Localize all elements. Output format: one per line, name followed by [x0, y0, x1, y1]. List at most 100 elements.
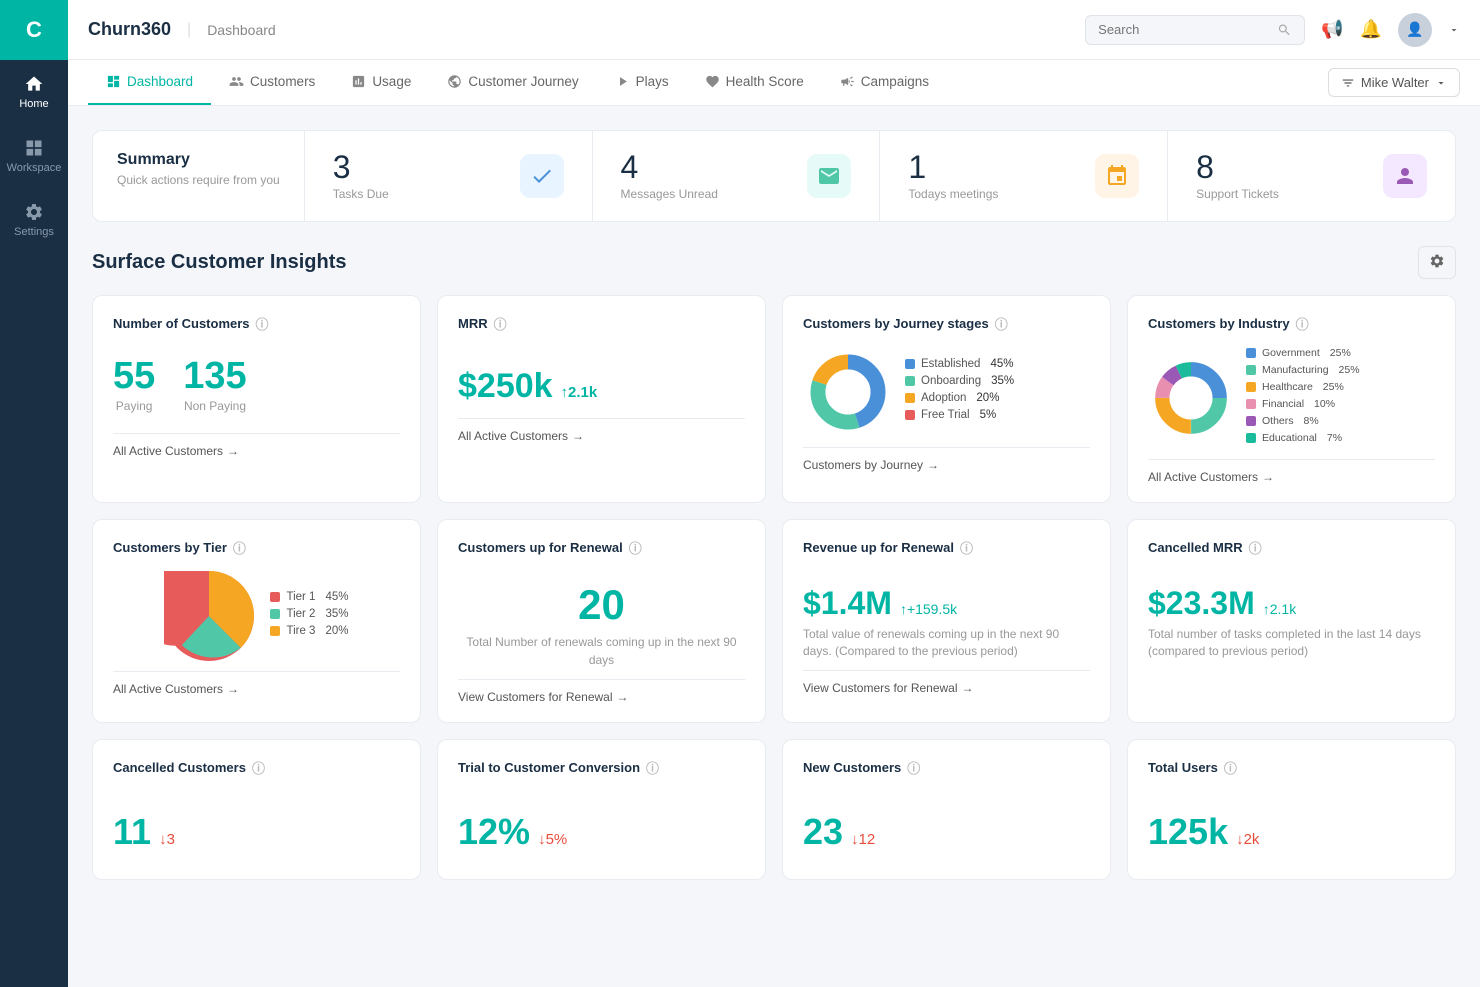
card-cancelled-customers: Cancelled Customers ⓘ 11 ↓3: [92, 739, 421, 880]
messages-num: 4: [621, 151, 718, 183]
home-icon: [24, 74, 44, 94]
cancelled-customers-title: Cancelled Customers ⓘ: [113, 758, 400, 777]
revenue-value: $1.4M: [803, 585, 892, 622]
app-name: Churn360: [88, 19, 171, 40]
messages-label: Messages Unread: [621, 187, 718, 201]
campaigns-tab-icon: [840, 74, 855, 89]
tab-usage[interactable]: Usage: [333, 60, 429, 105]
sidebar-item-home[interactable]: Home: [0, 60, 68, 124]
tickets-num: 8: [1196, 151, 1279, 183]
messages-icon: [807, 154, 851, 198]
info-icon-cancelled-mrr: ⓘ: [1249, 538, 1262, 557]
revenue-renewal-title: Revenue up for Renewal ⓘ: [803, 538, 1090, 557]
summary-card-tasks[interactable]: 3 Tasks Due: [305, 131, 593, 221]
main-area: Churn360 | Dashboard 📢 🔔 👤 Dashboard Cus…: [68, 0, 1480, 987]
tab-journey-label: Customer Journey: [468, 74, 578, 89]
journey-link[interactable]: Customers by Journey →: [803, 458, 1090, 472]
topbar-icons: 📢 🔔 👤: [1321, 13, 1460, 47]
settings-icon: [24, 202, 44, 222]
summary-card-messages[interactable]: 4 Messages Unread: [593, 131, 881, 221]
tab-health-label: Health Score: [726, 74, 804, 89]
megaphone-icon[interactable]: 📢: [1321, 19, 1343, 40]
total-users-trend: ↓2k: [1236, 831, 1259, 848]
tickets-label: Support Tickets: [1196, 187, 1279, 201]
trial-conversion-title: Trial to Customer Conversion ⓘ: [458, 758, 745, 777]
mrr-value: $250k: [458, 367, 553, 406]
cancelled-mrr-sub: Total number of tasks completed in the l…: [1148, 626, 1435, 660]
tickets-icon: [1383, 154, 1427, 198]
num-customers-title: Number of Customers ⓘ: [113, 314, 400, 333]
user-filter[interactable]: Mike Walter: [1328, 68, 1460, 97]
plays-tab-icon: [615, 74, 630, 89]
revenue-trend: ↑+159.5k: [900, 601, 957, 617]
insights-settings-button[interactable]: [1418, 246, 1456, 279]
industry-title: Customers by Industry ⓘ: [1148, 314, 1435, 333]
info-icon-tu: ⓘ: [1224, 758, 1237, 777]
tier-title: Customers by Tier ⓘ: [113, 538, 400, 557]
topbar: Churn360 | Dashboard 📢 🔔 👤: [68, 0, 1480, 60]
industry-donut-chart: [1148, 355, 1234, 441]
card-industry: Customers by Industry ⓘ Government25: [1127, 295, 1456, 503]
chevron-down-icon: [1448, 24, 1460, 36]
mrr-link[interactable]: All Active Customers →: [458, 429, 745, 443]
journey-stages-title: Customers by Journey stages ⓘ: [803, 314, 1090, 333]
info-icon-industry: ⓘ: [1296, 314, 1309, 333]
info-icon-cc: ⓘ: [252, 758, 265, 777]
tier-link[interactable]: All Active Customers →: [113, 682, 400, 696]
tab-dashboard-label: Dashboard: [127, 74, 193, 89]
journey-legend: Established45% Onboarding35% Adoption20%…: [905, 358, 1014, 426]
new-customers-title: New Customers ⓘ: [803, 758, 1090, 777]
customers-tab-icon: [229, 74, 244, 89]
search-box[interactable]: [1085, 15, 1305, 45]
cards-row-2: Customers by Tier ⓘ: [92, 519, 1456, 723]
tab-plays[interactable]: Plays: [597, 60, 687, 105]
non-paying-count: 135: [183, 357, 246, 395]
card-cancelled-mrr: Cancelled MRR ⓘ $23.3M ↑2.1k Total numbe…: [1127, 519, 1456, 723]
tasks-label: Tasks Due: [333, 187, 389, 201]
logo[interactable]: C: [0, 0, 68, 60]
summary-card-tickets[interactable]: 8 Support Tickets: [1168, 131, 1455, 221]
info-icon-tc: ⓘ: [646, 758, 659, 777]
info-icon-mrr: ⓘ: [494, 314, 507, 333]
renewal-link[interactable]: View Customers for Renewal →: [458, 690, 745, 704]
sidebar-label-settings: Settings: [14, 226, 54, 238]
tab-customers-label: Customers: [250, 74, 315, 89]
meetings-icon: [1095, 154, 1139, 198]
nav-tabs: Dashboard Customers Usage Customer Journ…: [68, 60, 1480, 106]
industry-legend: Government25% Manufacturing25% Healthcar…: [1246, 347, 1360, 449]
cards-row-1: Number of Customers ⓘ 55 Paying 135 Non …: [92, 295, 1456, 503]
new-customers-trend: ↓12: [851, 831, 875, 848]
tab-campaigns[interactable]: Campaigns: [822, 60, 947, 105]
search-icon: [1277, 22, 1292, 38]
filter-chevron-icon: [1435, 77, 1447, 89]
sidebar-item-workspace[interactable]: Workspace: [0, 124, 68, 188]
tab-customer-journey[interactable]: Customer Journey: [429, 60, 596, 105]
journey-tab-icon: [447, 74, 462, 89]
info-icon-tier: ⓘ: [233, 538, 246, 557]
topbar-divider: |: [187, 21, 191, 39]
sidebar-label-home: Home: [19, 98, 48, 110]
industry-link[interactable]: All Active Customers →: [1148, 470, 1435, 484]
cancelled-mrr-value: $23.3M: [1148, 585, 1255, 622]
mrr-title: MRR ⓘ: [458, 314, 745, 333]
tab-customers[interactable]: Customers: [211, 60, 333, 105]
tab-dashboard[interactable]: Dashboard: [88, 60, 211, 105]
usage-tab-icon: [351, 74, 366, 89]
revenue-renewal-link[interactable]: View Customers for Renewal →: [803, 681, 1090, 695]
mrr-trend: ↑2.1k: [561, 384, 598, 401]
sidebar-item-settings[interactable]: Settings: [0, 188, 68, 252]
num-customers-link[interactable]: All Active Customers →: [113, 444, 400, 458]
card-total-users: Total Users ⓘ 125k ↓2k: [1127, 739, 1456, 880]
tier-pie-chart: [164, 571, 254, 661]
info-icon: ⓘ: [256, 314, 269, 333]
info-icon-revenue: ⓘ: [960, 538, 973, 557]
dashboard-tab-icon: [106, 74, 121, 89]
cards-row-3: Cancelled Customers ⓘ 11 ↓3 Trial to Cus…: [92, 739, 1456, 880]
tab-health-score[interactable]: Health Score: [687, 60, 822, 105]
bell-icon[interactable]: 🔔: [1360, 19, 1382, 40]
summary-card-meetings[interactable]: 1 Todays meetings: [880, 131, 1168, 221]
info-icon-journey: ⓘ: [995, 314, 1008, 333]
summary-subtitle: Quick actions require from you: [117, 173, 280, 187]
search-input[interactable]: [1098, 22, 1277, 37]
avatar[interactable]: 👤: [1398, 13, 1432, 47]
